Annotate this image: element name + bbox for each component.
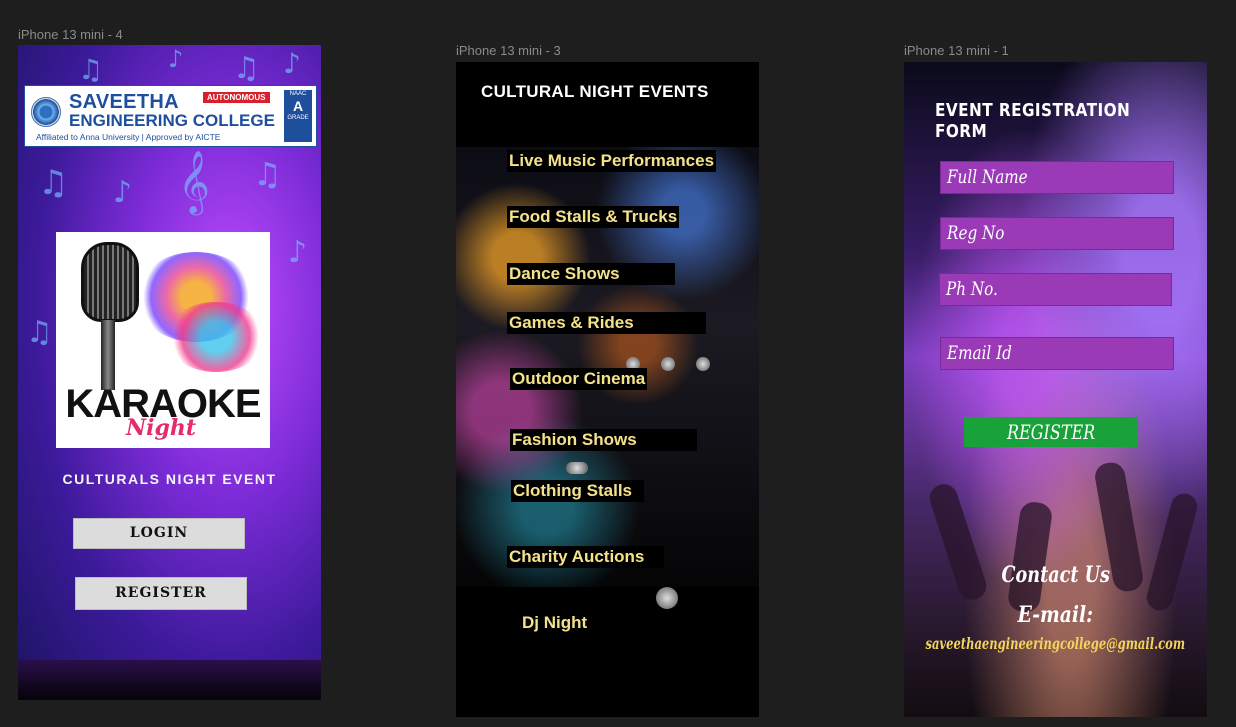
event-subtitle: CULTURALS NIGHT EVENT	[62, 471, 277, 487]
music-note-icon: ♪	[113, 175, 133, 210]
reg-no-placeholder: Reg No	[947, 222, 1005, 244]
music-note-icon: ♪	[283, 47, 301, 80]
microphone-stand	[101, 320, 115, 390]
naac-label: NAAC	[289, 91, 307, 97]
registration-form-title: EVENT REGISTRATION FORM	[935, 100, 1131, 142]
music-note-icon: ♫	[78, 53, 104, 86]
contact-us-label: Contact Us	[1001, 562, 1110, 588]
dj-knob-icon	[656, 587, 678, 609]
treble-clef-icon: 𝄞	[178, 150, 210, 213]
dj-knob-icon	[566, 462, 588, 474]
phone-number-field[interactable]: Ph No.	[939, 273, 1172, 306]
reg-no-field[interactable]: Reg No	[940, 217, 1174, 250]
event-item[interactable]: Fashion Shows	[510, 429, 697, 451]
music-note-icon: ♫	[26, 315, 53, 350]
naac-grade: A	[292, 98, 304, 114]
naac-grade-label: GRADE	[287, 115, 309, 121]
frame-label-events[interactable]: iPhone 13 mini - 3	[456, 43, 561, 58]
raised-hand	[1143, 490, 1201, 614]
home-screen-frame: ♫ ♪ ♫ ♪ ♫ ♪ 𝄞 ♫ ♪ ♫ SAVEETHA ENGINEERING…	[18, 45, 321, 700]
full-name-placeholder: Full Name	[947, 166, 1028, 188]
submit-register-button[interactable]: REGISTER	[964, 417, 1138, 447]
event-item[interactable]: Live Music Performances	[507, 150, 717, 172]
raised-hand	[1006, 500, 1054, 614]
phone-number-placeholder: Ph No.	[946, 278, 998, 300]
dj-knob-icon	[696, 357, 710, 371]
bottom-band	[18, 660, 321, 700]
karaoke-poster: KARAOKE Night	[56, 232, 270, 448]
karaoke-night-script: Night	[126, 415, 197, 441]
college-logo-banner: SAVEETHA ENGINEERING COLLEGE AUTONOMOUS …	[24, 85, 317, 147]
naac-badge: NAAC A GRADE	[284, 90, 312, 142]
contact-email-text: saveethaengineeringcollege@gmail.com	[925, 634, 1186, 653]
register-button[interactable]: REGISTER	[75, 577, 247, 610]
color-swirl	[166, 302, 266, 372]
event-item[interactable]: Games & Rides	[507, 312, 706, 334]
music-note-icon: ♪	[288, 235, 308, 270]
college-seal-icon	[31, 97, 61, 127]
login-button[interactable]: LOGIN	[73, 518, 245, 549]
college-affiliation: Affiliated to Anna University | Approved…	[36, 132, 221, 142]
frame-label-home[interactable]: iPhone 13 mini - 4	[18, 27, 123, 42]
dj-knob-icon	[661, 357, 675, 371]
email-id-field[interactable]: Email Id	[940, 337, 1174, 370]
email-id-placeholder: Email Id	[947, 342, 1012, 364]
contact-us-heading: Contact Us	[904, 562, 1207, 588]
event-item[interactable]: Dance Shows	[507, 263, 675, 285]
frame-label-registration[interactable]: iPhone 13 mini - 1	[904, 43, 1009, 58]
music-note-icon: ♫	[233, 51, 260, 86]
music-note-icon: ♫	[253, 155, 282, 193]
college-name-line2: ENGINEERING COLLEGE	[69, 111, 275, 130]
contact-email-link[interactable]: saveethaengineeringcollege@gmail.com	[904, 634, 1207, 653]
submit-register-label: REGISTER	[1006, 420, 1096, 444]
events-title: CULTURAL NIGHT EVENTS	[481, 82, 709, 101]
music-note-icon: ♪	[168, 45, 184, 73]
autonomous-badge: AUTONOMOUS	[203, 92, 270, 103]
event-item[interactable]: Charity Auctions	[507, 546, 665, 568]
event-item[interactable]: Food Stalls & Trucks	[507, 206, 680, 228]
music-note-icon: ♫	[38, 163, 69, 203]
email-heading-label: E-mail:	[1017, 602, 1094, 628]
microphone-icon	[81, 242, 139, 322]
registration-screen-frame: EVENT REGISTRATION FORM Full Name Reg No…	[904, 62, 1207, 717]
event-item[interactable]: Outdoor Cinema	[510, 368, 648, 390]
event-item[interactable]: Dj Night	[520, 612, 590, 634]
full-name-field[interactable]: Full Name	[940, 161, 1174, 194]
email-heading: E-mail:	[904, 602, 1207, 628]
event-item[interactable]: Clothing Stalls	[511, 480, 644, 502]
events-screen-frame: CULTURAL NIGHT EVENTS Live Music Perform…	[456, 62, 759, 717]
